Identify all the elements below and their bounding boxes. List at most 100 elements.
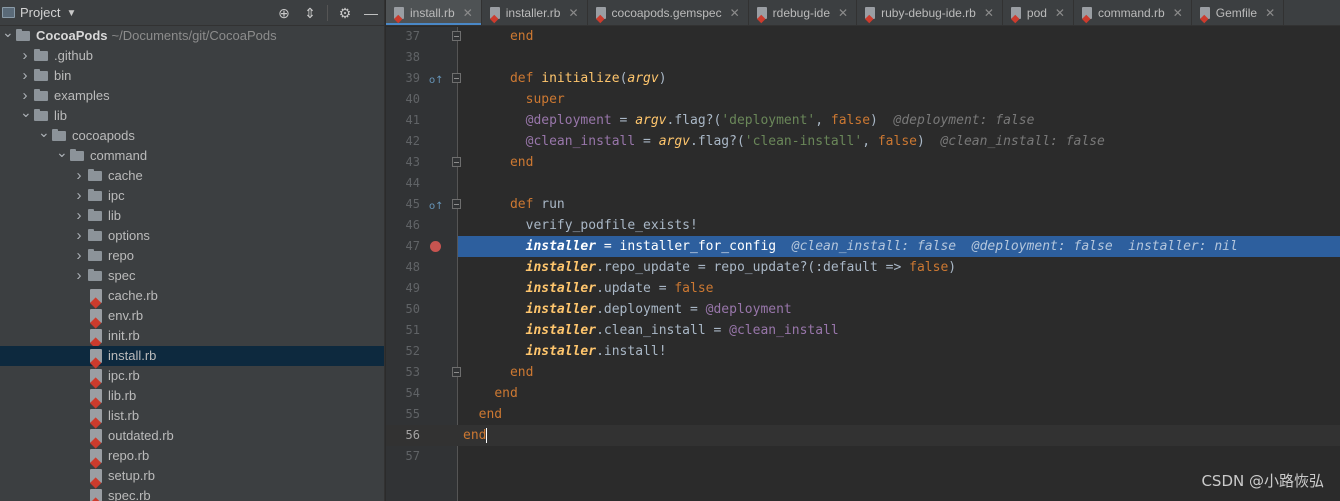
chevron-down-icon[interactable]: ⌄ (20, 102, 32, 122)
code-line[interactable]: 50 installer.deployment = @deployment (386, 299, 1340, 320)
code-line[interactable]: 38 (386, 47, 1340, 68)
editor-tab[interactable]: pod ✕ (1003, 0, 1074, 25)
line-number: 49 (405, 281, 420, 295)
editor-tab[interactable]: Gemfile ✕ (1192, 0, 1285, 25)
folder-item[interactable]: › .github (0, 46, 384, 66)
code-line[interactable]: 48 installer.repo_update = repo_update?(… (386, 257, 1340, 278)
overrides-method-icon[interactable]: o↑ (429, 196, 444, 217)
code-line[interactable]: 51 installer.clean_install = @clean_inst… (386, 320, 1340, 341)
folder-item[interactable]: › bin (0, 66, 384, 86)
code-line[interactable]: 39 o↑ def initialize(argv) (386, 68, 1340, 89)
code-line[interactable]: 54 end (386, 383, 1340, 404)
fold-marker-icon[interactable] (452, 31, 461, 41)
file-item[interactable]: env.rb (0, 306, 384, 326)
close-icon[interactable]: ✕ (1055, 6, 1065, 20)
line-number: 55 (405, 407, 420, 421)
locate-file-icon[interactable]: ⊕ (271, 2, 297, 24)
folder-item[interactable]: ⌄ CocoaPods ~/Documents/git/CocoaPods (0, 24, 384, 46)
folder-item[interactable]: ⌄ command (0, 144, 384, 166)
code-line[interactable]: 49 installer.update = false (386, 278, 1340, 299)
close-icon[interactable]: ✕ (1265, 6, 1275, 20)
close-icon[interactable]: ✕ (463, 6, 473, 20)
file-item[interactable]: list.rb (0, 406, 384, 426)
code-line[interactable]: 55 end (386, 404, 1340, 425)
fold-marker-icon[interactable] (452, 73, 461, 83)
fold-marker-icon[interactable] (452, 157, 461, 167)
code-text: @deployment = argv.flag?('deployment', f… (463, 110, 1035, 131)
fold-marker-icon[interactable] (452, 199, 461, 209)
ruby-file-icon (90, 309, 102, 323)
chevron-right-icon[interactable]: › (74, 266, 84, 286)
close-icon[interactable]: ✕ (838, 6, 848, 20)
folder-item[interactable]: › cache (0, 166, 384, 186)
file-item[interactable]: cache.rb (0, 286, 384, 306)
code-line[interactable]: 47 installer = installer_for_config @cle… (386, 236, 1340, 257)
breakpoint-icon[interactable] (430, 241, 441, 252)
code-line[interactable]: 42 @clean_install = argv.flag?('clean-in… (386, 131, 1340, 152)
line-number: 39 (405, 71, 420, 85)
chevron-right-icon[interactable]: › (74, 166, 84, 186)
file-item[interactable]: init.rb (0, 326, 384, 346)
editor-tab[interactable]: ruby-debug-ide.rb ✕ (857, 0, 1003, 25)
code-line[interactable]: 52 installer.install! (386, 341, 1340, 362)
file-item[interactable]: lib.rb (0, 386, 384, 406)
overrides-method-icon[interactable]: o↑ (429, 70, 444, 91)
fold-marker-icon[interactable] (452, 367, 461, 377)
tab-label: Gemfile (1215, 6, 1258, 20)
file-item[interactable]: spec.rb (0, 486, 384, 501)
collapse-all-icon[interactable]: ⇕ (297, 2, 323, 24)
folder-icon (88, 169, 102, 181)
editor-tab[interactable]: installer.rb ✕ (482, 0, 588, 25)
editor-tab[interactable]: rdebug-ide ✕ (749, 0, 858, 25)
close-icon[interactable]: ✕ (730, 6, 740, 20)
code-line[interactable]: 44 (386, 173, 1340, 194)
code-token: end (509, 29, 534, 44)
folder-icon (88, 229, 102, 241)
file-item[interactable]: install.rb (0, 346, 384, 366)
code-line[interactable]: 53 end (386, 362, 1340, 383)
chevron-down-icon[interactable]: ⌄ (56, 142, 68, 162)
code-line[interactable]: 43 end (386, 152, 1340, 173)
chevron-right-icon[interactable]: › (74, 246, 84, 266)
code-line[interactable]: 41 @deployment = argv.flag?('deployment'… (386, 110, 1340, 131)
code-line[interactable]: 57 (386, 446, 1340, 467)
chevron-right-icon[interactable]: › (74, 206, 84, 226)
gear-icon[interactable]: ⚙ (332, 2, 358, 24)
code-text: end (463, 425, 488, 446)
close-icon[interactable]: ✕ (1173, 6, 1183, 20)
chevron-right-icon[interactable]: › (20, 46, 30, 66)
hide-panel-icon[interactable]: — (358, 2, 384, 24)
chevron-right-icon[interactable]: › (74, 226, 84, 246)
code-line[interactable]: 45 o↑ def run (386, 194, 1340, 215)
line-number: 46 (405, 218, 420, 232)
code-line[interactable]: 37 end (386, 27, 1340, 47)
folder-item[interactable]: › options (0, 226, 384, 246)
folder-item[interactable]: ⌄ lib (0, 104, 384, 126)
file-item[interactable]: repo.rb (0, 446, 384, 466)
chevron-down-icon[interactable]: ▼ (66, 8, 76, 19)
chevron-down-icon[interactable]: ⌄ (2, 22, 14, 42)
code-line[interactable]: 40 super (386, 89, 1340, 110)
chevron-down-icon[interactable]: ⌄ (38, 122, 50, 142)
ruby-file-icon (90, 409, 102, 423)
code-line[interactable]: 46 verify_podfile_exists! (386, 215, 1340, 236)
project-view-selector[interactable]: Project (20, 5, 60, 20)
code-token: , (862, 134, 878, 149)
folder-item[interactable]: › spec (0, 266, 384, 286)
close-icon[interactable]: ✕ (568, 6, 578, 20)
file-item[interactable]: ipc.rb (0, 366, 384, 386)
code-editor[interactable]: 37 end 38 39 o↑ def initialize(argv) 40 supe… (386, 27, 1340, 501)
folder-item[interactable]: › repo (0, 246, 384, 266)
editor-tab[interactable]: command.rb ✕ (1074, 0, 1192, 25)
folder-item[interactable]: › ipc (0, 186, 384, 206)
close-icon[interactable]: ✕ (984, 6, 994, 20)
file-item[interactable]: outdated.rb (0, 426, 384, 446)
editor-tab[interactable]: install.rb ✕ (386, 0, 482, 25)
code-line[interactable]: 56 end (386, 425, 1340, 446)
folder-item[interactable]: › examples (0, 86, 384, 106)
editor-tab[interactable]: cocoapods.gemspec ✕ (588, 0, 749, 25)
folder-item[interactable]: › lib (0, 206, 384, 226)
file-item[interactable]: setup.rb (0, 466, 384, 486)
chevron-right-icon[interactable]: › (20, 66, 30, 86)
chevron-right-icon[interactable]: › (74, 186, 84, 206)
